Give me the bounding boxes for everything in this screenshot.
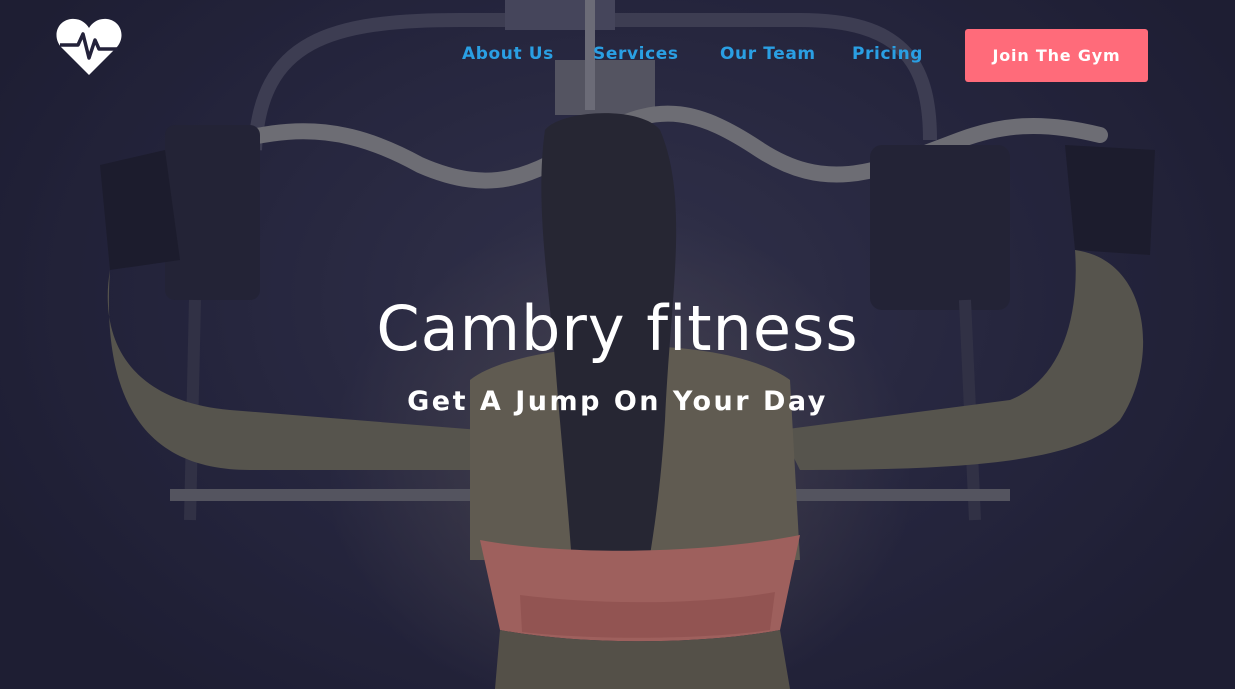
hero-subtitle: Get A Jump On Your Day <box>407 386 828 417</box>
top-navigation: About Us Services Our Team Pricing Join … <box>0 0 1235 110</box>
nav-link-pricing[interactable]: Pricing <box>852 44 923 64</box>
hero-section: About Us Services Our Team Pricing Join … <box>0 0 1235 689</box>
nav-link-about-us[interactable]: About Us <box>462 44 554 64</box>
heart-pulse-icon[interactable] <box>56 18 122 76</box>
hero-title: Cambry fitness <box>376 292 859 365</box>
join-the-gym-button[interactable]: Join The Gym <box>965 29 1148 82</box>
nav-link-services[interactable]: Services <box>593 44 679 64</box>
nav-link-our-team[interactable]: Our Team <box>720 44 816 64</box>
